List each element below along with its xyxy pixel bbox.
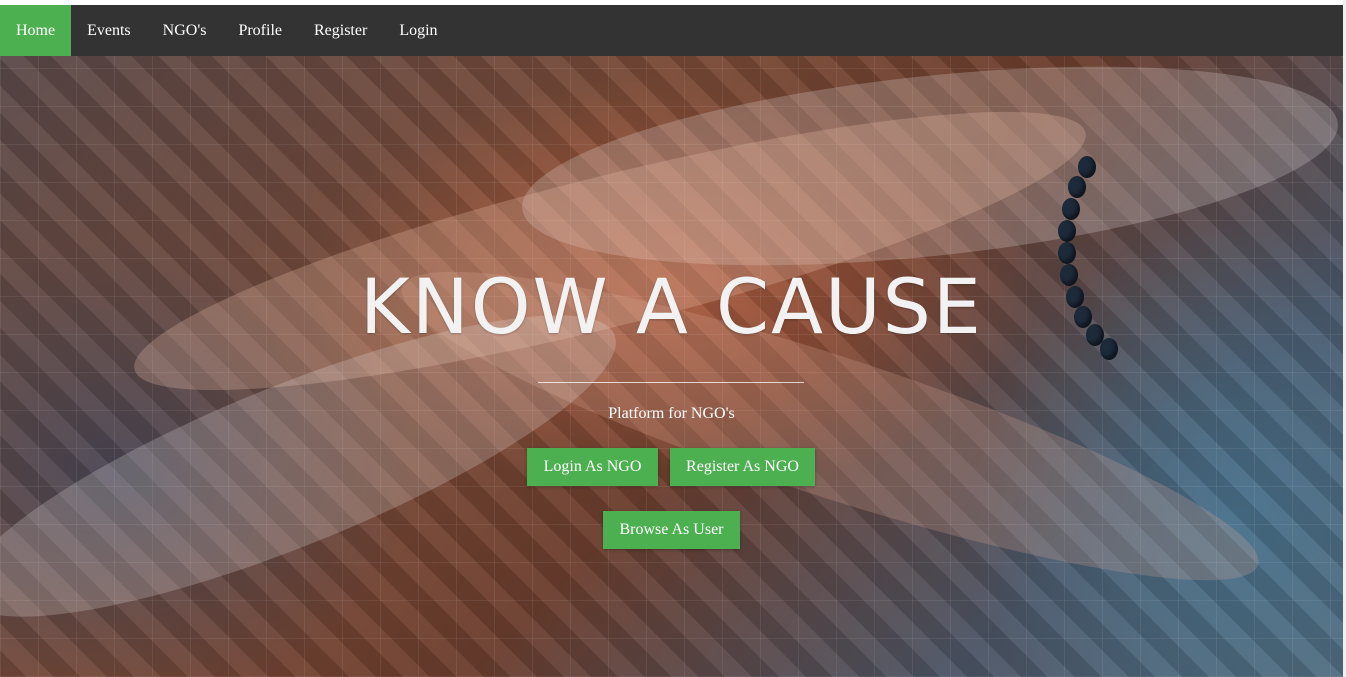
hero-divider [538,382,804,383]
nav-profile[interactable]: Profile [222,5,298,56]
nav-ngos[interactable]: NGO's [147,5,223,56]
nav-register[interactable]: Register [298,5,383,56]
navbar: Home Events NGO's Profile Register Login [0,5,1343,56]
login-as-ngo-button[interactable]: Login As NGO [527,448,658,486]
nav-events[interactable]: Events [71,5,147,56]
browse-as-user-button[interactable]: Browse As User [603,511,740,549]
register-as-ngo-button[interactable]: Register As NGO [670,448,815,486]
hero-title: KNOW A CAUSE [360,262,983,351]
nav-login[interactable]: Login [383,5,453,56]
hero-subtitle: Platform for NGO's [608,405,735,422]
hero-section: KNOW A CAUSE Platform for NGO's Login As… [0,56,1343,677]
nav-home[interactable]: Home [0,5,72,56]
